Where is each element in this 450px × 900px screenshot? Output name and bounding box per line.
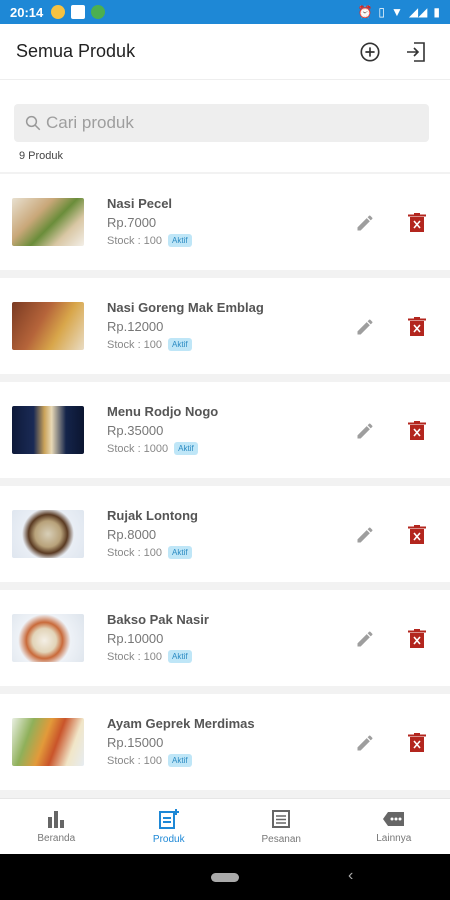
nav-pesanan[interactable]: Pesanan: [225, 799, 338, 854]
product-image: [12, 614, 84, 662]
bar-chart-icon: [48, 810, 65, 828]
search-section: 9 Produk: [0, 80, 450, 172]
product-name: Nasi Pecel: [107, 196, 173, 211]
product-card[interactable]: Nasi Goreng Mak Emblag Rp.12000 Stock : …: [0, 278, 450, 374]
product-name: Nasi Goreng Mak Emblag: [107, 300, 264, 315]
delete-button[interactable]: [404, 626, 430, 652]
nav-produk[interactable]: Produk: [113, 799, 226, 854]
product-image: [12, 510, 84, 558]
nav-lainnya[interactable]: Lainnya: [338, 799, 450, 854]
status-icons: ⏰ ▯ ▼ ◢◢ ▮: [357, 5, 440, 19]
wifi-icon: ▼: [391, 5, 403, 19]
exit-icon: [407, 41, 425, 62]
delete-button[interactable]: [404, 522, 430, 548]
product-image: [12, 302, 84, 350]
more-icon: [382, 811, 404, 826]
home-pill[interactable]: [211, 873, 239, 882]
status-badge: Aktif: [174, 442, 198, 455]
add-product-button[interactable]: [352, 34, 388, 70]
product-stock: Stock : 100: [107, 546, 163, 559]
pencil-icon: [357, 735, 373, 751]
app-bar: Semua Produk: [0, 24, 450, 80]
alarm-icon: ⏰: [357, 5, 373, 19]
add-circle-icon: [360, 41, 380, 62]
product-list: Nasi Pecel Rp.7000 Stock : 100 Aktif Nasi…: [0, 174, 450, 798]
product-card[interactable]: Bakso Pak Nasir Rp.10000 Stock : 100 Akti…: [0, 590, 450, 686]
status-time: 20:14: [10, 4, 44, 20]
edit-button[interactable]: [352, 522, 378, 548]
product-stock: Stock : 1000: [107, 442, 169, 455]
pencil-icon: [357, 527, 373, 543]
nav-label: Lainnya: [376, 832, 412, 844]
back-icon[interactable]: ‹: [348, 867, 353, 885]
status-badge: Aktif: [168, 234, 192, 247]
product-price: Rp.8000: [107, 527, 157, 542]
product-price: Rp.10000: [107, 631, 164, 646]
pencil-icon: [357, 215, 373, 231]
search-input[interactable]: [46, 113, 406, 133]
edit-button[interactable]: [352, 730, 378, 756]
whatsapp-icon: [91, 5, 106, 19]
delete-button[interactable]: [404, 210, 430, 236]
search-icon: [25, 115, 41, 131]
product-name: Menu Rodjo Nogo: [107, 404, 219, 419]
status-badge: Aktif: [168, 546, 192, 559]
product-stock: Stock : 100: [107, 754, 163, 767]
product-card[interactable]: Ayam Geprek Merdimas Rp.15000 Stock : 10…: [0, 694, 450, 790]
delete-button[interactable]: [404, 730, 430, 756]
delete-icon: [408, 629, 426, 648]
product-image: [12, 198, 84, 246]
status-badge: Aktif: [168, 650, 192, 663]
product-price: Rp.35000: [107, 423, 164, 438]
product-name: Bakso Pak Nasir: [107, 612, 209, 627]
pencil-icon: [357, 631, 373, 647]
system-navigation-bar: ‹: [0, 854, 450, 900]
status-bar: 20:14 ⏰ ▯ ▼ ◢◢ ▮: [0, 0, 450, 24]
pencil-icon: [357, 319, 373, 335]
product-price: Rp.7000: [107, 215, 157, 230]
delete-button[interactable]: [404, 418, 430, 444]
delete-icon: [408, 525, 426, 544]
edit-button[interactable]: [352, 314, 378, 340]
vibrate-icon: ▯: [378, 5, 386, 19]
delete-icon: [408, 317, 426, 336]
product-price: Rp.12000: [107, 319, 164, 334]
notification-icon: [51, 5, 66, 19]
product-card[interactable]: Rujak Lontong Rp.8000 Stock : 100 Aktif: [0, 486, 450, 582]
product-name: Rujak Lontong: [107, 508, 198, 523]
bottom-navigation: Beranda Produk Pesanan Lainnya: [0, 798, 450, 854]
product-stock: Stock : 100: [107, 650, 163, 663]
product-card[interactable]: Menu Rodjo Nogo Rp.35000 Stock : 1000 Akt…: [0, 382, 450, 478]
logout-button[interactable]: [398, 34, 434, 70]
delete-icon: [408, 733, 426, 752]
edit-button[interactable]: [352, 210, 378, 236]
product-count: 9 Produk: [19, 150, 64, 162]
product-name: Ayam Geprek Merdimas: [107, 716, 255, 731]
product-stock: Stock : 100: [107, 338, 163, 351]
edit-button[interactable]: [352, 626, 378, 652]
battery-icon: ▮: [433, 5, 440, 19]
product-price: Rp.15000: [107, 735, 164, 750]
pencil-icon: [357, 423, 373, 439]
signal-icon: ◢◢: [408, 5, 428, 19]
delete-button[interactable]: [404, 314, 430, 340]
product-stock: Stock : 100: [107, 234, 163, 247]
add-product-icon: [158, 808, 179, 829]
nav-label: Pesanan: [261, 833, 301, 845]
edit-button[interactable]: [352, 418, 378, 444]
status-badge: Aktif: [168, 338, 192, 351]
nav-label: Produk: [152, 833, 185, 845]
product-image: [12, 718, 84, 766]
app-notification-icon: [71, 5, 86, 19]
product-card[interactable]: Nasi Pecel Rp.7000 Stock : 100 Aktif: [0, 174, 450, 270]
delete-icon: [408, 213, 426, 232]
delete-icon: [408, 421, 426, 440]
list-icon: [272, 809, 291, 828]
search-box[interactable]: [14, 104, 429, 142]
product-image: [12, 406, 84, 454]
status-badge: Aktif: [168, 754, 192, 767]
page-title: Semua Produk: [16, 41, 136, 61]
nav-beranda[interactable]: Beranda: [0, 799, 113, 854]
nav-label: Beranda: [37, 832, 76, 844]
